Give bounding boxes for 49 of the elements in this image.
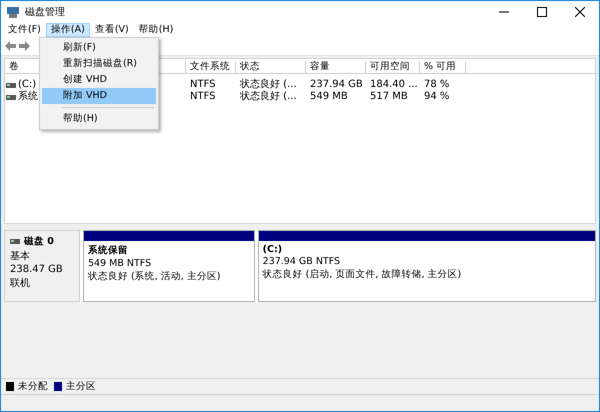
disk-management-icon <box>7 6 19 18</box>
menu-entry[interactable]: 重新扫描磁盘(R) <box>42 56 156 72</box>
table-cell: 状态良好 (... <box>240 91 297 103</box>
maximize-icon <box>537 7 547 17</box>
menu-entry[interactable]: 附加 VHD <box>42 88 156 104</box>
menu-item[interactable]: 查看(V) <box>90 23 134 37</box>
table-cell-text: (C:) <box>18 79 36 90</box>
window-title: 磁盘管理 <box>25 6 66 19</box>
partition-block[interactable]: 系统保留 549 MB NTFS 状态良好 (系统, 活动, 主分区) <box>83 230 255 302</box>
table-cell: 517 MB <box>370 91 408 103</box>
column-header[interactable]: 状态 <box>236 61 306 74</box>
table-cell: 184.40 ... <box>370 79 418 91</box>
partition-block[interactable]: (C:) 237.94 GB NTFS 状态良好 (启动, 页面文件, 故障转储, 主分区) <box>258 230 596 302</box>
table-cell: NTFS <box>190 91 216 103</box>
partition-size: 237.94 GB NTFS <box>262 256 342 267</box>
close-icon <box>575 7 585 17</box>
table-cell: 237.94 GB <box>310 79 363 91</box>
drive-icon <box>10 239 20 244</box>
table-cell: 94 % <box>424 91 450 103</box>
drive-icon <box>6 82 16 88</box>
table-cell: NTFS <box>190 79 216 91</box>
partition-name: (C:) <box>262 244 284 255</box>
column-header[interactable]: 容量 <box>306 61 366 74</box>
legend-label: 未分配 <box>18 380 48 393</box>
partition-size: 549 MB NTFS <box>88 258 152 269</box>
table-cell: 78 % <box>424 79 450 91</box>
menu-item[interactable]: 帮助(H) <box>134 23 178 37</box>
disk-name: 磁盘 0 <box>24 235 54 248</box>
disk-size: 238.47 GB <box>10 264 64 275</box>
drive-icon <box>6 94 16 100</box>
table-cell: 549 MB <box>310 91 348 103</box>
menu-entry[interactable]: 创建 VHD <box>42 72 156 88</box>
disk-status: 联机 <box>10 276 31 290</box>
forward-arrow-icon[interactable] <box>19 41 30 51</box>
menu-item[interactable]: 文件(F) <box>3 23 46 37</box>
table-cell-text: 状态良好 (... <box>240 79 297 90</box>
legend-label: 主分区 <box>66 380 96 393</box>
column-header[interactable]: 文件系统 <box>186 61 236 74</box>
partition-status: 状态良好 (系统, 活动, 主分区) <box>88 270 222 283</box>
column-header[interactable]: 可用空间 <box>366 61 420 74</box>
column-header[interactable]: % 可用 <box>420 61 466 74</box>
table-cell: 系统 <box>18 91 38 103</box>
menu-item[interactable]: 操作(A) <box>46 23 90 37</box>
menu-entry[interactable]: 刷新(F) <box>42 40 156 56</box>
back-arrow-icon[interactable] <box>5 41 16 51</box>
partition-status: 状态良好 (启动, 页面文件, 故障转储, 主分区) <box>262 268 462 281</box>
menu-entry[interactable]: 帮助(H) <box>42 111 156 127</box>
partition-name: 系统保留 <box>88 244 129 257</box>
disk-type: 基本 <box>10 250 31 263</box>
